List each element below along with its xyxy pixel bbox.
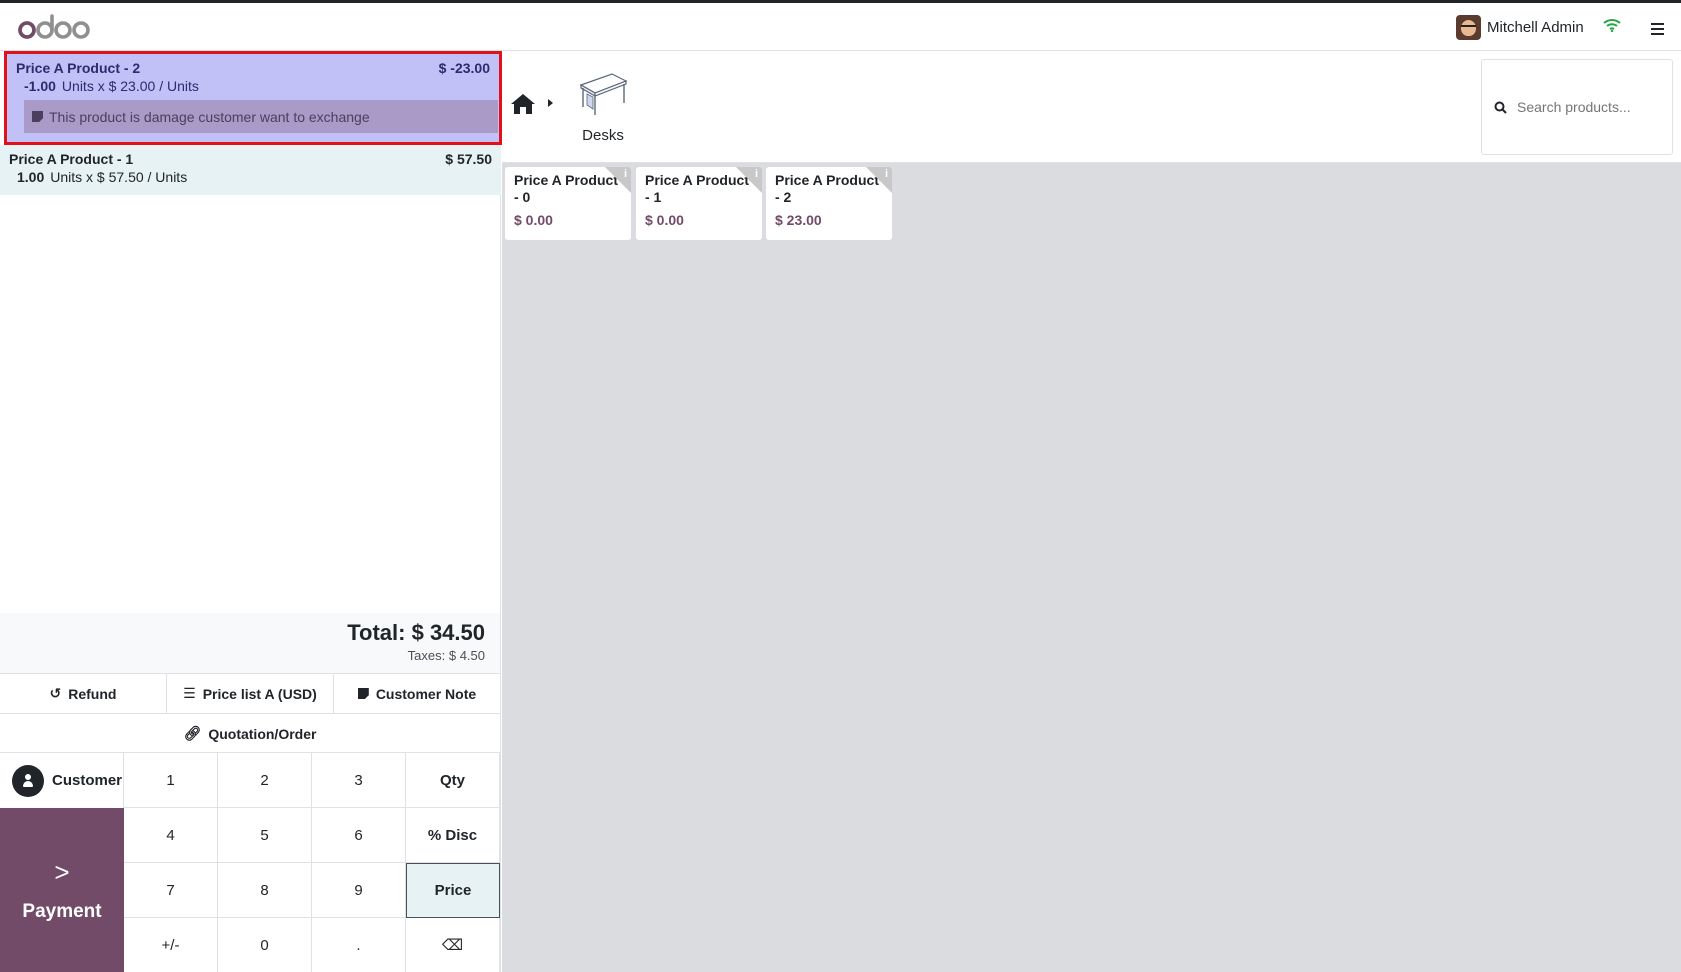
order-line-name: Price A Product - 1 bbox=[9, 151, 134, 167]
product-list: Price A Product - 0 $ 0.00 i Price A Pro… bbox=[502, 163, 1681, 972]
order-taxes: Taxes: $ 4.50 bbox=[407, 648, 485, 663]
pricelist-button[interactable]: ☰ Price list A (USD) bbox=[167, 674, 334, 713]
order-line-qty: 1.00 bbox=[17, 169, 45, 185]
order-line-selected[interactable]: Price A Product - 2 $ -23.00 -1.00 Units … bbox=[4, 51, 502, 145]
category-label: Desks bbox=[582, 127, 624, 144]
numpad-key-2[interactable]: 2 bbox=[218, 753, 312, 808]
numpad-key-7[interactable]: 7 bbox=[124, 863, 218, 918]
refund-button[interactable]: ↺ Refund bbox=[0, 674, 167, 713]
numpad-key-1[interactable]: 1 bbox=[124, 753, 218, 808]
numpad-key-6[interactable]: 6 bbox=[312, 808, 406, 863]
numpad-decimal[interactable]: . bbox=[312, 918, 406, 972]
product-price: $ 23.00 bbox=[775, 212, 822, 228]
product-card[interactable]: Price A Product - 1 $ 0.00 i bbox=[636, 167, 762, 240]
numpad-discount-mode[interactable]: % Disc bbox=[406, 808, 500, 863]
product-price: $ 0.00 bbox=[645, 212, 684, 228]
category-desks[interactable]: Desks bbox=[572, 71, 634, 144]
payment-button[interactable]: > Payment bbox=[0, 808, 124, 972]
top-bar: Mitchell Admin bbox=[0, 0, 1681, 51]
search-icon bbox=[1494, 101, 1507, 114]
chevron-right-icon: > bbox=[54, 856, 70, 887]
customer-note-label: Customer Note bbox=[375, 685, 477, 702]
pricelist-label: Price list A (USD) bbox=[202, 685, 317, 702]
user-menu[interactable]: Mitchell Admin bbox=[1456, 15, 1584, 40]
numpad-key-8[interactable]: 8 bbox=[218, 863, 312, 918]
product-price: $ 0.00 bbox=[514, 212, 553, 228]
numpad-key-9[interactable]: 9 bbox=[312, 863, 406, 918]
numpad-key-5[interactable]: 5 bbox=[218, 808, 312, 863]
product-info-icon[interactable] bbox=[736, 167, 762, 193]
control-buttons: ↺ Refund ☰ Price list A (USD) Customer N… bbox=[0, 673, 500, 753]
hamburger-menu-icon[interactable] bbox=[1651, 23, 1664, 38]
category-bar: Desks bbox=[502, 51, 1681, 163]
payment-label: Payment bbox=[22, 900, 102, 922]
home-icon[interactable] bbox=[510, 93, 536, 119]
customer-note-button[interactable]: Customer Note bbox=[334, 674, 500, 713]
desk-icon bbox=[579, 73, 628, 115]
customer-label: Customer bbox=[52, 772, 123, 789]
order-line-price: $ 57.50 bbox=[445, 151, 492, 167]
order-line-unit-info: Units x $ 23.00 / Units bbox=[61, 78, 199, 94]
order-total: Total: $ 34.50 bbox=[347, 620, 485, 645]
product-card[interactable]: Price A Product - 0 $ 0.00 i bbox=[505, 167, 631, 240]
numpad-plus-minus[interactable]: +/- bbox=[124, 918, 218, 972]
order-line-note: This product is damage customer want to … bbox=[24, 100, 498, 133]
order-line-price: $ -23.00 bbox=[438, 60, 490, 76]
link-icon: 🔗︎ bbox=[183, 725, 202, 741]
order-line-info: -1.00 Units x $ 23.00 / Units bbox=[24, 78, 490, 94]
numpad-key-4[interactable]: 4 bbox=[124, 808, 218, 863]
order-line-unit-info: Units x $ 57.50 / Units bbox=[50, 169, 188, 185]
customer-button[interactable]: Customer bbox=[0, 753, 124, 808]
numpad-area: Customer > Payment 1 2 3 Qty 4 5 6 % Dis… bbox=[0, 752, 500, 972]
order-line-info: 1.00 Units x $ 57.50 / Units bbox=[17, 169, 492, 185]
numpad-qty-mode[interactable]: Qty bbox=[406, 753, 500, 808]
user-name: Mitchell Admin bbox=[1487, 19, 1584, 36]
numpad: 1 2 3 Qty 4 5 6 % Disc 7 8 9 Price +/- 0… bbox=[124, 753, 500, 972]
backspace-icon[interactable]: ⌫ bbox=[406, 918, 500, 972]
order-line-name: Price A Product - 2 bbox=[16, 60, 141, 76]
order-line-qty: -1.00 bbox=[24, 78, 56, 94]
odoo-logo-icon bbox=[18, 14, 90, 39]
note-icon bbox=[357, 688, 369, 699]
list-icon: ☰ bbox=[183, 685, 196, 701]
product-info-icon[interactable] bbox=[605, 167, 631, 193]
user-icon bbox=[12, 764, 44, 797]
numpad-key-0[interactable]: 0 bbox=[218, 918, 312, 972]
numpad-key-3[interactable]: 3 bbox=[312, 753, 406, 808]
search-input[interactable] bbox=[1517, 99, 1657, 115]
product-info-icon[interactable] bbox=[866, 167, 892, 193]
order-line[interactable]: Price A Product - 1 $ 57.50 1.00 Units x … bbox=[0, 145, 501, 195]
product-card[interactable]: Price A Product - 2 $ 23.00 i bbox=[766, 167, 892, 240]
note-icon bbox=[32, 111, 43, 122]
order-pane: Price A Product - 2 $ -23.00 -1.00 Units … bbox=[0, 51, 502, 972]
refund-label: Refund bbox=[68, 685, 117, 702]
breadcrumb-caret-icon bbox=[548, 99, 553, 107]
order-totals: Total: $ 34.50 Taxes: $ 4.50 bbox=[0, 613, 500, 673]
undo-icon: ↺ bbox=[49, 685, 62, 701]
product-search[interactable] bbox=[1481, 59, 1673, 155]
odoo-logo bbox=[18, 11, 90, 45]
numpad-price-mode[interactable]: Price bbox=[406, 863, 500, 918]
wifi-icon[interactable] bbox=[1603, 18, 1621, 36]
quotation-order-button[interactable]: 🔗︎ Quotation/Order bbox=[0, 714, 500, 753]
user-avatar bbox=[1456, 15, 1481, 40]
quotation-order-label: Quotation/Order bbox=[208, 725, 317, 742]
order-line-note-text: This product is damage customer want to … bbox=[49, 108, 370, 125]
